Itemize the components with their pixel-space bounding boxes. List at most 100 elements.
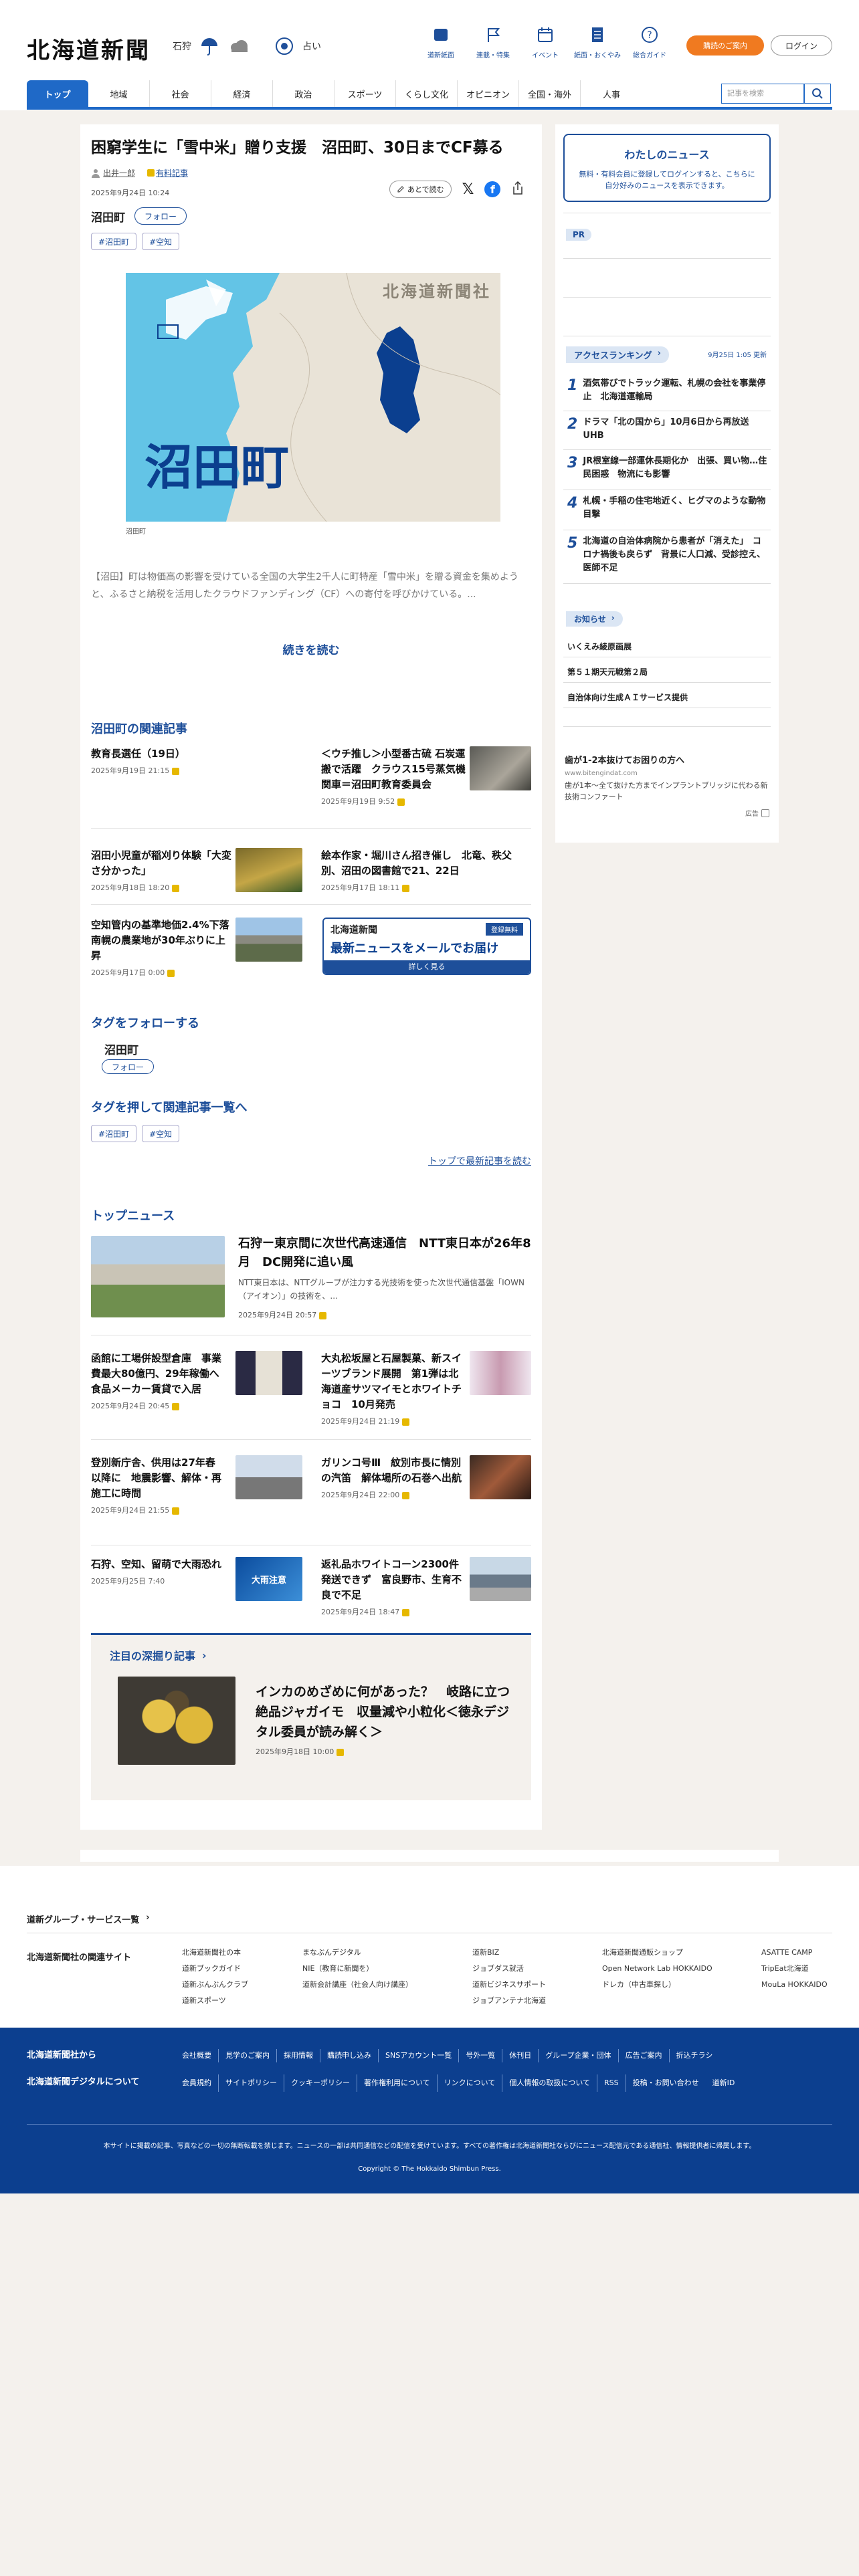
top-news-thumbnail-weather[interactable]: 大雨注意 (235, 1557, 302, 1601)
footer-link[interactable]: NIE（教育に新聞を） (302, 1961, 413, 1977)
footer-corp-link[interactable]: 広告ご案内 (617, 2049, 669, 2062)
search-button[interactable] (804, 84, 831, 104)
footer-digital-link[interactable]: リンクについて (436, 2074, 502, 2092)
gnav-top[interactable]: トップ (27, 80, 88, 107)
footer-corp-link[interactable]: グループ企業・団体 (538, 2049, 617, 2062)
weather-widget[interactable]: 石狩 占い (173, 35, 321, 58)
gnav-opinion[interactable]: オピニオン (458, 80, 519, 107)
footer-corp-link[interactable]: 休刊日 (502, 2049, 538, 2062)
login-button[interactable]: ログイン (771, 35, 832, 56)
nav-series[interactable]: 連載・特集 (467, 25, 519, 60)
footer-digital-link[interactable]: 道新ID (706, 2074, 742, 2092)
top-news-item[interactable]: 石狩、空知、留萌で大雨恐れ 2025年9月25日 7:40 (91, 1557, 225, 1589)
related-item[interactable]: 絵本作家・堀川さん招き催し 北竜、秩父別、沼田の図書館で21、22日 2025年… (321, 848, 529, 895)
gnav-society[interactable]: 社会 (150, 80, 211, 107)
footer-corp-link[interactable]: 会社概要 (175, 2049, 218, 2062)
facebook-share-icon[interactable]: f (484, 181, 501, 197)
tag-sorachi-bottom[interactable]: #空知 (142, 1125, 180, 1142)
related-thumbnail-train[interactable] (470, 746, 531, 790)
group-services-link[interactable]: 道新グループ・サービス一覧 › (27, 1913, 150, 1925)
top-news-thumbnail-datacenter[interactable] (91, 1236, 225, 1317)
ranking-item[interactable]: 1 酒気帯びでトラック運転、札幌の会社を事業停止 北海道運輸局 (567, 377, 768, 404)
related-item[interactable]: 教育長選任（19日） 2025年9月19日 21:15 (91, 746, 292, 778)
notice-item[interactable]: いくえみ綾原画展 (567, 641, 632, 652)
top-news-thumbnail-building[interactable] (235, 1455, 302, 1499)
top-news-item[interactable]: ガリンコ号Ⅲ 紋別市長に情別の汽笛 解体場所の石巻へ出航 2025年9月24日 … (321, 1455, 462, 1503)
top-news-item[interactable]: 函館に工場併設型倉庫 事業費最大80億円、29年稼働へ 食品メーカー賃貸で入居 … (91, 1351, 229, 1414)
top-news-thumbnail-sweets[interactable] (470, 1351, 531, 1395)
ranking-title[interactable]: アクセスランキング › (566, 346, 669, 363)
chevron-right-icon[interactable]: › (202, 1649, 207, 1662)
tag-numata-bottom[interactable]: #沼田町 (91, 1125, 137, 1142)
footer-digital-link[interactable]: 会員規約 (175, 2074, 218, 2092)
related-item[interactable]: 沼田小児童が稲刈り体験「大変さ分かった」 2025年9月18日 18:20 (91, 848, 231, 895)
footer-digital-link[interactable]: 著作権利用について (357, 2074, 437, 2092)
ranking-item[interactable]: 4 札幌・手稲の住宅地近く、ヒグマのような動物目撃 (567, 495, 768, 522)
footer-link[interactable]: Open Network Lab HOKKAIDO (602, 1961, 712, 1977)
back-to-top-link[interactable]: トップで最新記事を読む (428, 1154, 531, 1168)
footer-link[interactable]: TripEat北海道 (761, 1961, 828, 1977)
related-item[interactable]: 空知管内の基準地価2.4%下落 南幌の農業地が30年ぶりに上昇 2025年9月1… (91, 918, 240, 980)
nav-guide[interactable]: ? 総合ガイド (624, 25, 676, 60)
footer-corp-link[interactable]: 見学のご案内 (218, 2049, 276, 2062)
x-share-icon[interactable]: 𝕏 (462, 181, 474, 198)
tag-numata[interactable]: #沼田町 (91, 233, 137, 250)
footer-link[interactable]: 北海道新聞通販ショップ (602, 1945, 712, 1961)
related-thumbnail-rice[interactable] (235, 848, 302, 892)
ad-unit[interactable]: 歯が1-2本抜けてお困りの方へ www.bitengindat.com 歯が1本… (565, 753, 769, 818)
footer-digital-link[interactable]: クッキーポリシー (284, 2074, 357, 2092)
footer-digital-link[interactable]: 個人情報の取扱について (502, 2074, 597, 2092)
gnav-personnel[interactable]: 人事 (581, 80, 642, 107)
nav-obituary[interactable]: 紙面・おくやみ (571, 25, 624, 60)
gnav-world[interactable]: 全国・海外 (519, 80, 581, 107)
footer-digital-link[interactable]: 投稿・お問い合わせ (625, 2074, 706, 2092)
top-news-thumbnail-press[interactable] (235, 1351, 302, 1395)
top-news-thumbnail-shop[interactable] (470, 1557, 531, 1601)
footer-digital-link[interactable]: サイトポリシー (218, 2074, 284, 2092)
footer-corp-link[interactable]: 購読申し込み (320, 2049, 378, 2062)
footer-link[interactable]: 道新ブックガイド (182, 1961, 248, 1977)
ranking-item[interactable]: 3 JR根室線一部運休長期化か 出張、買い物…住民困惑 物流にも影響 (567, 455, 768, 481)
footer-link[interactable]: 道新スポーツ (182, 1993, 248, 2009)
footer-digital-link[interactable]: RSS (597, 2074, 626, 2092)
author-link[interactable]: 出井一郎 (91, 167, 135, 179)
ranking-item[interactable]: 2 ドラマ「北の国から」10月6日から再放送 UHB (567, 416, 768, 443)
footer-link[interactable]: ジョブアンテナ北海道 (472, 1993, 546, 2009)
footer-link[interactable]: ジョブダス就活 (472, 1961, 546, 1977)
share-icon[interactable] (511, 181, 524, 198)
search-input[interactable]: 記事を検索 (721, 84, 804, 104)
mail-more-link[interactable]: 詳しく見る (324, 960, 530, 974)
nav-newspaper[interactable]: 道新紙面 (415, 25, 467, 60)
footer-corp-link[interactable]: SNSアカウント一覧 (378, 2049, 458, 2062)
related-item[interactable]: ＜ウチ推し＞小型番古硫 石炭運搬で活躍 クラウス15号蒸気機関車＝沼田町教育委員… (321, 746, 468, 809)
deep-dive-article[interactable]: インカのめざめに何があった？ 岐路に立つ絶品ジャガイモ 収量減や小粒化＜徳永デジ… (256, 1682, 516, 1742)
top-news-item[interactable]: 登別新庁舎、供用は27年春以降に 地震影響、解体・再施工に時間 2025年9月2… (91, 1455, 225, 1518)
footer-link[interactable]: MouLa HOKKAIDO (761, 1977, 828, 1993)
subscribe-button[interactable]: 購読のご案内 (686, 35, 764, 56)
gnav-culture[interactable]: くらし文化 (396, 80, 458, 107)
footer-corp-link[interactable]: 採用情報 (276, 2049, 320, 2062)
deep-dive-thumbnail-potato[interactable] (118, 1677, 235, 1765)
ranking-item[interactable]: 5 北海道の自治体病院から患者が「消えた」 コロナ禍後も戻らず 背景に人口減、受診… (567, 535, 768, 575)
footer-link[interactable]: 道新BIZ (472, 1945, 546, 1961)
gnav-politics[interactable]: 政治 (273, 80, 335, 107)
footer-link[interactable]: まなぶんデジタル (302, 1945, 413, 1961)
read-later-button[interactable]: あとで読む (389, 181, 452, 198)
footer-link[interactable]: ASATTE CAMP (761, 1945, 828, 1961)
notice-title[interactable]: お知らせ › (566, 611, 623, 627)
nav-events[interactable]: イベント (519, 25, 571, 60)
notice-item[interactable]: 自治体向け生成ＡＩサービス提供 (567, 691, 688, 703)
footer-link[interactable]: 道新ビジネスサポート (472, 1977, 546, 1993)
notice-item[interactable]: 第５１期天元戦第２局 (567, 666, 648, 677)
footer-corp-link[interactable]: 号外一覧 (458, 2049, 502, 2062)
follow-button[interactable]: フォロー (134, 207, 187, 225)
footer-link[interactable]: 道新ぶんぶんクラブ (182, 1977, 248, 1993)
gnav-region[interactable]: 地域 (88, 80, 150, 107)
tag-sorachi[interactable]: #空知 (142, 233, 180, 250)
top-news-item[interactable]: 大丸松坂屋と石屋製菓、新スイーツブランド展開 第1弾は北海道産サツマイモとホワイ… (321, 1351, 468, 1429)
mail-newsletter-banner[interactable]: 北海道新聞 登録無料 最新ニュースをメールでお届け 詳しく見る (322, 918, 531, 975)
footer-link[interactable]: ドレカ（中古車探し） (602, 1977, 712, 1993)
footer-corp-link[interactable]: 折込チラシ (668, 2049, 720, 2062)
ad-choices-icon[interactable] (761, 809, 769, 817)
gnav-sports[interactable]: スポーツ (335, 80, 396, 107)
